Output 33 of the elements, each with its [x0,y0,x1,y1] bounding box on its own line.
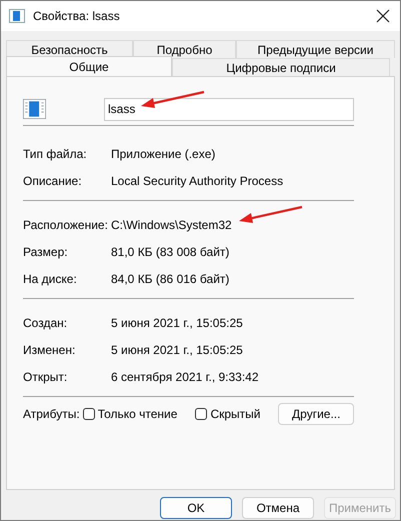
field-value: C:\Windows\System32 [111,218,232,232]
field-value: 6 сентября 2021 г., 9:33:42 [111,370,259,384]
tab[interactable]: Общие [6,56,172,76]
field-label: Изменен: [23,342,76,356]
tab[interactable]: Предыдущие версии [236,40,395,58]
tab[interactable]: Подробно [133,40,236,58]
field-label: На диске: [23,272,78,286]
window-title: Свойства: lsass [33,9,121,23]
name-field[interactable]: lsass [104,98,354,120]
field-label: Тип файла: [23,146,88,160]
field-value: 84,0 КБ (86 016 байт) [111,272,230,286]
field-value: 5 июня 2021 г., 15:05:25 [111,316,243,330]
dialog-button[interactable]: Отмена [242,497,314,519]
field-value: Приложение (.exe) [111,146,216,160]
field-label: Расположение: [23,218,109,232]
checkbox[interactable] [82,408,95,420]
other-attributes-button[interactable]: Другие... [278,403,354,425]
field-label: Открыт: [23,370,68,384]
field-value: Local Security Authority Process [111,174,284,188]
file-icon [23,96,46,122]
attributes-label: Атрибуты: [23,407,80,421]
field-value: 5 июня 2021 г., 15:05:25 [111,342,243,356]
checkbox[interactable] [195,408,208,420]
field-label: Описание: [23,174,83,188]
field-label: Создан: [23,316,68,330]
field-value: 81,0 КБ (83 008 байт) [111,244,230,258]
close-icon[interactable] [376,9,390,23]
window-icon [9,9,25,23]
field-label: Размер: [23,244,69,258]
tab[interactable]: Цифровые подписи [172,58,390,76]
checkbox-label[interactable]: Только чтение [98,407,178,421]
checkbox-label[interactable]: Скрытый [210,407,260,421]
dialog-button[interactable]: OK [160,497,232,519]
